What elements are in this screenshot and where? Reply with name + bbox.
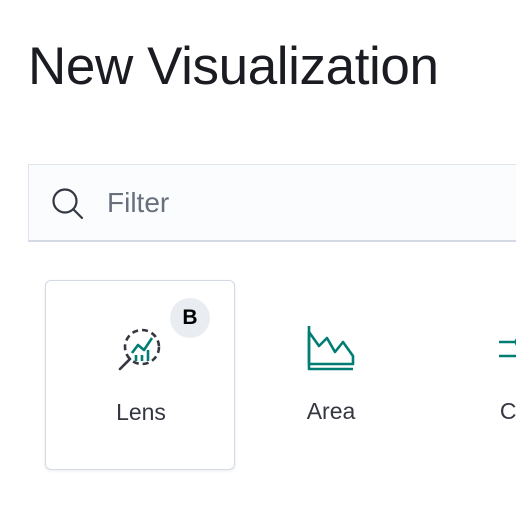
area-chart-icon bbox=[307, 326, 355, 371]
visualization-label: Con bbox=[499, 398, 516, 424]
visualization-label: Lens bbox=[116, 399, 166, 425]
visualization-card-controls[interactable]: Con bbox=[426, 280, 516, 470]
new-visualization-page: New Visualization B Lens Area bbox=[0, 0, 516, 510]
visualization-card-area[interactable]: Area bbox=[236, 280, 426, 470]
search-icon bbox=[52, 188, 84, 220]
visualization-card-lens[interactable]: B Lens bbox=[45, 280, 235, 470]
controls-icon bbox=[499, 338, 516, 358]
search-bar[interactable] bbox=[28, 164, 516, 242]
beta-badge: B bbox=[170, 298, 210, 338]
lens-icon bbox=[118, 328, 161, 371]
page-title: New Visualization bbox=[28, 37, 439, 96]
visualization-label: Area bbox=[306, 398, 356, 424]
search-input[interactable] bbox=[107, 179, 507, 227]
